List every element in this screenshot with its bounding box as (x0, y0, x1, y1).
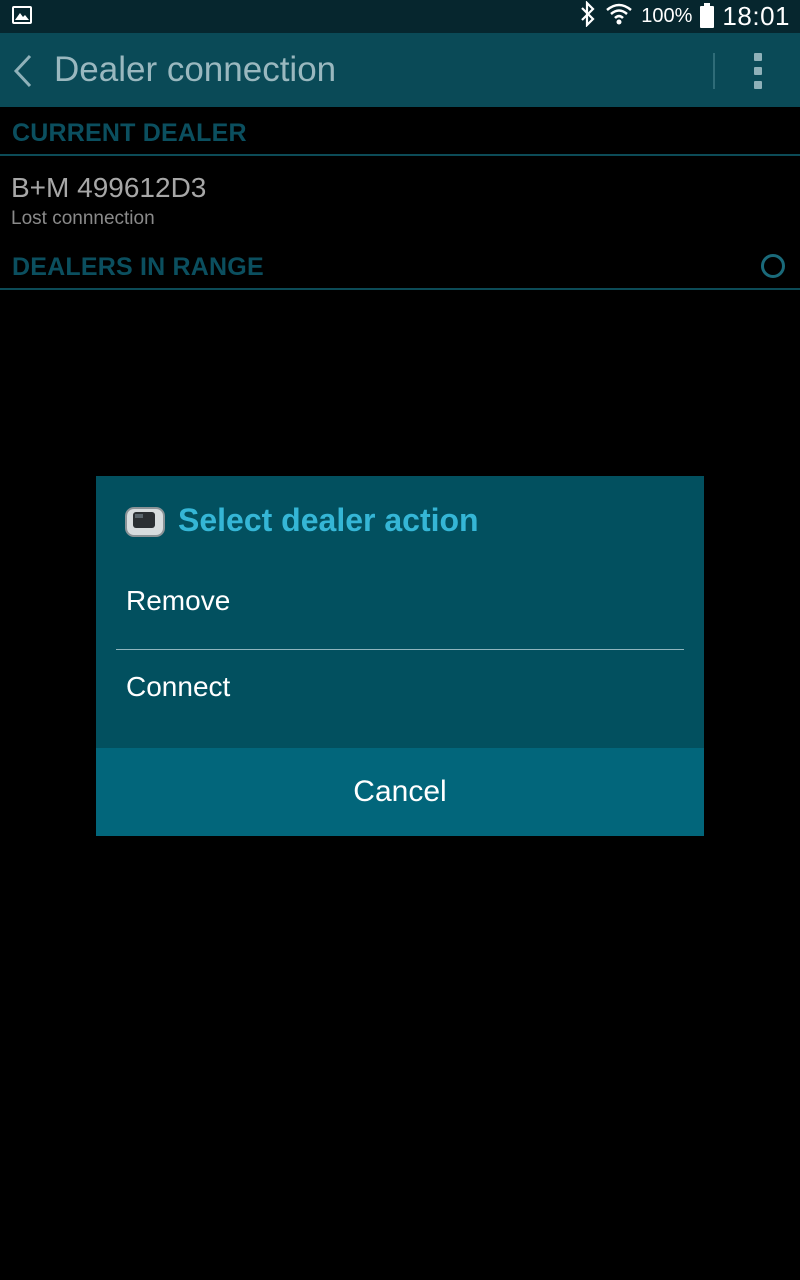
cancel-button[interactable]: Cancel (96, 748, 704, 836)
chevron-left-icon[interactable] (10, 52, 40, 90)
connect-option[interactable]: Connect (116, 649, 684, 735)
overflow-menu-icon[interactable] (748, 53, 768, 91)
dealer-device-icon (124, 504, 166, 540)
dealers-in-range-header-label: DEALERS IN RANGE (12, 253, 264, 281)
connect-option-label: Connect (126, 671, 231, 702)
battery-percent: 100% (641, 5, 693, 27)
gallery-icon (12, 6, 32, 24)
current-dealer-header: CURRENT DEALER (0, 110, 800, 156)
dialog-title: Select dealer action (178, 502, 479, 538)
refresh-icon (761, 254, 785, 278)
remove-option-label: Remove (126, 585, 231, 616)
action-bar-divider (713, 53, 715, 89)
dealers-in-range-header: DEALERS IN RANGE (0, 244, 800, 290)
current-dealer-item[interactable]: B+M 499612D3 Lost connnection (0, 158, 800, 238)
dealer-name: B+M 499612D3 (11, 172, 207, 203)
action-bar: Dealer connection (0, 33, 800, 107)
dealer-action-dialog: Select dealer action Remove Connect Canc… (96, 476, 704, 836)
dealer-status: Lost connnection (11, 208, 155, 229)
cancel-button-label: Cancel (353, 775, 447, 808)
bluetooth-icon (579, 0, 597, 32)
dialog-title-row: Select dealer action (96, 476, 704, 566)
current-dealer-header-label: CURRENT DEALER (12, 119, 247, 147)
wifi-icon (605, 1, 633, 32)
remove-option[interactable]: Remove (116, 563, 684, 650)
battery-icon (700, 2, 715, 28)
page-title: Dealer connection (54, 50, 337, 89)
clock: 18:01 (722, 1, 790, 31)
status-bar: 100% 18:01 (0, 0, 800, 33)
